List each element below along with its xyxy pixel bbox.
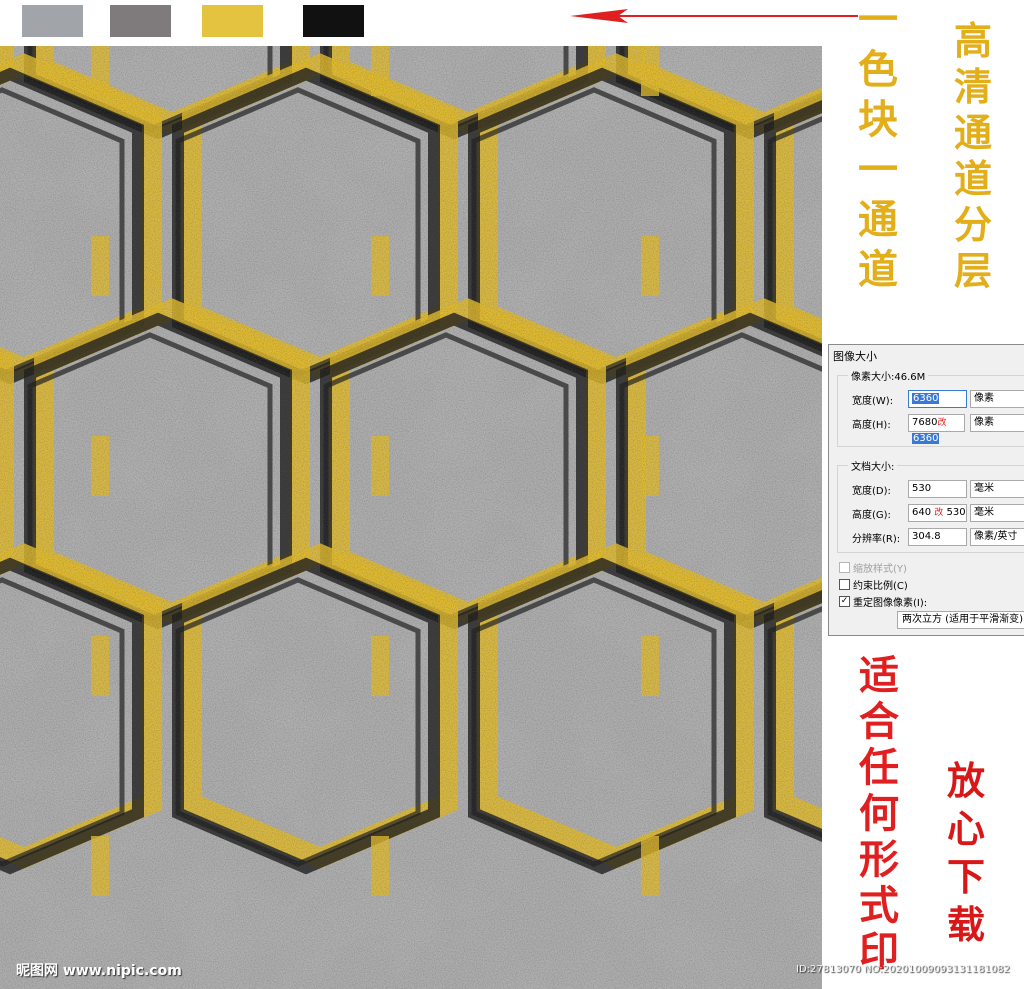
caption-char: 分: [954, 202, 993, 247]
caption-one-color-one-channel: 一色块一通道: [858, 0, 898, 300]
doc-width-field[interactable]: 530: [908, 480, 967, 498]
caption-char: 载: [947, 902, 986, 947]
document-size-label: 文档大小:: [848, 458, 898, 473]
constrain-proportions-checkbox[interactable]: 约束比例(C): [839, 577, 908, 592]
width-unit-select[interactable]: 像素 ⌄: [970, 390, 1024, 408]
caption-download: 放心下载: [947, 762, 985, 954]
swatch-black: [303, 5, 364, 37]
resolution-field[interactable]: 304.8: [908, 528, 967, 546]
resample-checkbox[interactable]: ✓ 重定图像像素(I):: [839, 594, 927, 609]
caption-char: 下: [947, 854, 986, 899]
doc-height-field[interactable]: 640 改 530: [908, 504, 967, 522]
resample-method-select[interactable]: 两次立方 (适用于平滑渐变): [897, 611, 1024, 629]
caption-char: 高: [954, 18, 993, 63]
swatch-gray: [22, 5, 83, 37]
caption-char: 适: [859, 652, 899, 699]
pixel-size-label: 像素大小:46.6M: [848, 368, 929, 383]
caption-char: 一: [858, 0, 898, 43]
watermark-logo: 昵图网 www.nipic.com: [16, 963, 182, 979]
height-label: 高度(H):: [852, 420, 891, 431]
caption-char: 道: [954, 156, 993, 201]
caption-char: 层: [954, 248, 993, 293]
arrow-left-icon: [570, 9, 858, 23]
caption-char: 心: [947, 806, 986, 851]
doc-width-unit-select[interactable]: 毫米 ⌄: [970, 480, 1024, 498]
pattern-image: [0, 46, 822, 989]
swatch-yellow: [202, 5, 263, 37]
resolution-label: 分辨率(R):: [852, 534, 901, 545]
caption-char: 块: [858, 96, 898, 143]
height-unit-select[interactable]: 像素 ⌄: [970, 414, 1024, 432]
height-field[interactable]: 7680改6360: [908, 414, 965, 444]
caption-char: 任: [859, 744, 899, 791]
caption-char: 式: [859, 882, 899, 929]
caption-any-printing: 适合任何形式印: [859, 656, 899, 978]
caption-char: 通: [858, 196, 898, 243]
caption-char: 一: [858, 146, 898, 193]
caption-char: 合: [859, 698, 899, 745]
checkbox-icon: [839, 579, 850, 590]
resolution-unit-select[interactable]: 像素/英寸 ⌄: [970, 528, 1024, 546]
caption-char: 清: [954, 64, 993, 109]
doc-width-label: 宽度(D):: [852, 486, 891, 497]
caption-char: 道: [858, 246, 898, 293]
check-icon: ✓: [839, 596, 850, 607]
swatch-taupe: [110, 5, 171, 37]
image-size-dialog: 图像大小 像素大小:46.6M 宽度(W): 6360 像素 ⌄ 高度(H): …: [828, 344, 1024, 636]
doc-height-label: 高度(G):: [852, 510, 891, 521]
pixel-size-group: 像素大小:46.6M 宽度(W): 6360 像素 ⌄ 高度(H): 7680改…: [837, 368, 1024, 447]
caption-char: 何: [859, 790, 899, 837]
caption-char: 放: [947, 758, 986, 803]
checkbox-icon: [839, 562, 850, 573]
width-field[interactable]: 6360: [908, 390, 967, 408]
document-size-group: 文档大小: 宽度(D): 530 毫米 ⌄ 高度(G): 640 改 530 毫…: [837, 458, 1024, 553]
caption-char: 形: [859, 836, 899, 883]
caption-hd-channel-layers: 高清通道分层: [954, 22, 992, 298]
doc-height-unit-select[interactable]: 毫米 ⌄: [970, 504, 1024, 522]
dialog-title: 图像大小: [833, 350, 877, 363]
caption-char: 通: [954, 110, 993, 155]
width-label: 宽度(W):: [852, 396, 894, 407]
scale-styles-checkbox[interactable]: 缩放样式(Y): [839, 560, 907, 575]
watermark-id: ID:27813070 NO:20201009093131181082: [796, 964, 1010, 975]
caption-char: 色: [858, 46, 898, 93]
